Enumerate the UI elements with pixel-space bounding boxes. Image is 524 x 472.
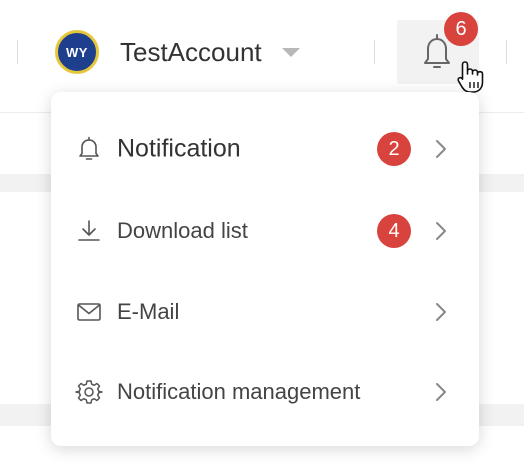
download-icon bbox=[78, 220, 100, 241]
menu-item-notification[interactable]: Notification 2 bbox=[51, 118, 479, 180]
menu-item-email[interactable]: E-Mail bbox=[51, 281, 479, 343]
header-separator-middle bbox=[374, 40, 375, 64]
mail-icon bbox=[77, 303, 101, 321]
menu-item-label: Notification management bbox=[117, 379, 361, 404]
gear-icon bbox=[75, 380, 103, 404]
menu-item-notification-management[interactable]: Notification management bbox=[51, 361, 479, 423]
chevron-right-icon bbox=[436, 383, 446, 401]
chevron-right-icon bbox=[436, 222, 446, 240]
menu-item-label: E-Mail bbox=[117, 299, 180, 324]
header-separator-right bbox=[506, 40, 507, 64]
chevron-right-icon bbox=[436, 303, 446, 321]
bell-icon bbox=[79, 136, 99, 160]
header-separator-left bbox=[17, 40, 18, 64]
account-menu[interactable]: WY TestAccount bbox=[55, 27, 300, 77]
avatar: WY bbox=[55, 30, 99, 74]
account-name: TestAccount bbox=[120, 36, 262, 67]
notification-count-badge: 6 bbox=[444, 12, 478, 46]
notification-count-badge: 2 bbox=[377, 132, 411, 166]
menu-item-label: Notification bbox=[117, 134, 241, 163]
menu-item-download-list[interactable]: Download list 4 bbox=[51, 200, 479, 262]
hand-pointer-cursor-icon bbox=[457, 61, 484, 93]
menu-item-label: Download list bbox=[117, 218, 248, 243]
caret-down-icon bbox=[281, 47, 300, 57]
notification-dropdown: Notification 2 Download list 4 E-Mail No… bbox=[51, 92, 479, 446]
chevron-right-icon bbox=[436, 140, 446, 158]
download-count-badge: 4 bbox=[377, 214, 411, 248]
